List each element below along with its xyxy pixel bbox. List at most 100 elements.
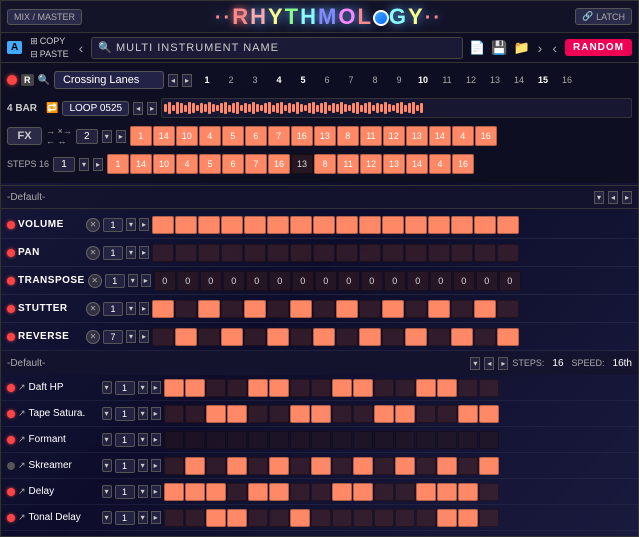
tdp-16[interactable] (479, 509, 499, 527)
daft-hp-value[interactable]: 1 (115, 381, 135, 395)
fx-number-1[interactable]: 2 (76, 129, 98, 144)
vp-6[interactable] (267, 216, 289, 234)
pp-3[interactable] (198, 244, 220, 262)
vp-13[interactable] (428, 216, 450, 234)
vp-3[interactable] (198, 216, 220, 234)
tdp-7[interactable] (290, 509, 310, 527)
fx-step-8[interactable]: 16 (291, 126, 313, 146)
pan-value[interactable]: 1 (103, 246, 123, 260)
rp-4[interactable] (221, 328, 243, 346)
dhp-9[interactable] (332, 379, 352, 397)
fx-step-11[interactable]: 11 (360, 126, 382, 146)
sp-4[interactable] (221, 300, 243, 318)
dp-3[interactable] (206, 483, 226, 501)
dhp-2[interactable] (185, 379, 205, 397)
volume-value[interactable]: 1 (103, 218, 123, 232)
delay-down[interactable]: ▾ (138, 485, 148, 498)
sr-2[interactable]: 14 (130, 154, 152, 174)
rp-9[interactable] (336, 328, 358, 346)
tp-16[interactable]: 0 (499, 271, 521, 291)
sr-15[interactable]: 4 (429, 154, 451, 174)
volume-down[interactable]: ▾ (126, 218, 136, 231)
sp-2[interactable] (175, 300, 197, 318)
vp-15[interactable] (474, 216, 496, 234)
pp-1[interactable] (152, 244, 174, 262)
stutter-down[interactable]: ▾ (126, 302, 136, 315)
sr-1[interactable]: 1 (107, 154, 129, 174)
ts-13[interactable] (416, 405, 436, 423)
dp-5[interactable] (248, 483, 268, 501)
sp-8[interactable] (313, 300, 335, 318)
sp-1[interactable] (152, 300, 174, 318)
sr-14[interactable]: 14 (406, 154, 428, 174)
fx-step-4[interactable]: 4 (199, 126, 221, 146)
rp-6[interactable] (267, 328, 289, 346)
tp-2[interactable]: 0 (177, 271, 199, 291)
dp-8[interactable] (311, 483, 331, 501)
skreamer-dropdown[interactable]: ▾ (102, 459, 112, 472)
skreamer-down[interactable]: ▾ (138, 459, 148, 472)
transpose-up[interactable]: ▸ (141, 274, 151, 287)
fx-num-up[interactable]: ▸ (116, 130, 126, 143)
skp-16[interactable] (479, 457, 499, 475)
rp-15[interactable] (474, 328, 496, 346)
skp-15[interactable] (458, 457, 478, 475)
dhp-12[interactable] (395, 379, 415, 397)
sr-12[interactable]: 12 (360, 154, 382, 174)
skreamer-up[interactable]: ▸ (151, 459, 161, 472)
dp-9[interactable] (332, 483, 352, 501)
pp-16[interactable] (497, 244, 519, 262)
rp-11[interactable] (382, 328, 404, 346)
delay-dropdown[interactable]: ▾ (102, 485, 112, 498)
tp-1[interactable]: 0 (154, 271, 176, 291)
pp-12[interactable] (405, 244, 427, 262)
delay-value[interactable]: 1 (115, 485, 135, 499)
tp-9[interactable]: 0 (338, 271, 360, 291)
delay-up[interactable]: ▸ (151, 485, 161, 498)
save-disk-button[interactable]: 💾 (491, 40, 507, 56)
formant-value[interactable]: 1 (115, 433, 135, 447)
transpose-down[interactable]: ▾ (128, 274, 138, 287)
vp-11[interactable] (382, 216, 404, 234)
reverse-up[interactable]: ▸ (139, 330, 149, 343)
skp-10[interactable] (353, 457, 373, 475)
fp-12[interactable] (395, 431, 415, 449)
nav-back[interactable]: ‹ (550, 40, 559, 56)
tonal-delay-dropdown[interactable]: ▾ (102, 511, 112, 524)
dp-15[interactable] (458, 483, 478, 501)
sr-10[interactable]: 8 (314, 154, 336, 174)
dhp-6[interactable] (269, 379, 289, 397)
crossing-prev[interactable]: ◂ (168, 74, 178, 87)
ts-14[interactable] (437, 405, 457, 423)
tdp-10[interactable] (353, 509, 373, 527)
tdp-13[interactable] (416, 509, 436, 527)
dp-13[interactable] (416, 483, 436, 501)
rp-8[interactable] (313, 328, 335, 346)
dhp-13[interactable] (416, 379, 436, 397)
sr-6[interactable]: 6 (222, 154, 244, 174)
pp-9[interactable] (336, 244, 358, 262)
pp-11[interactable] (382, 244, 404, 262)
fx-step-9[interactable]: 13 (314, 126, 336, 146)
sr-5[interactable]: 5 (199, 154, 221, 174)
tdp-8[interactable] (311, 509, 331, 527)
crossing-next[interactable]: ▸ (182, 74, 192, 87)
dhp-5[interactable] (248, 379, 268, 397)
skp-1[interactable] (164, 457, 184, 475)
tdp-5[interactable] (248, 509, 268, 527)
fx-step-10[interactable]: 8 (337, 126, 359, 146)
fx-step-6[interactable]: 6 (245, 126, 267, 146)
sp-12[interactable] (405, 300, 427, 318)
formant-up[interactable]: ▸ (151, 433, 161, 446)
fx-step-1[interactable]: 1 (130, 126, 152, 146)
skp-14[interactable] (437, 457, 457, 475)
pan-x-btn[interactable]: ✕ (86, 246, 100, 260)
dp-7[interactable] (290, 483, 310, 501)
sr-16[interactable]: 16 (452, 154, 474, 174)
fx-step-2[interactable]: 14 (153, 126, 175, 146)
dhp-10[interactable] (353, 379, 373, 397)
tp-15[interactable]: 0 (476, 271, 498, 291)
tdp-15[interactable] (458, 509, 478, 527)
fx-step-3[interactable]: 10 (176, 126, 198, 146)
pp-6[interactable] (267, 244, 289, 262)
